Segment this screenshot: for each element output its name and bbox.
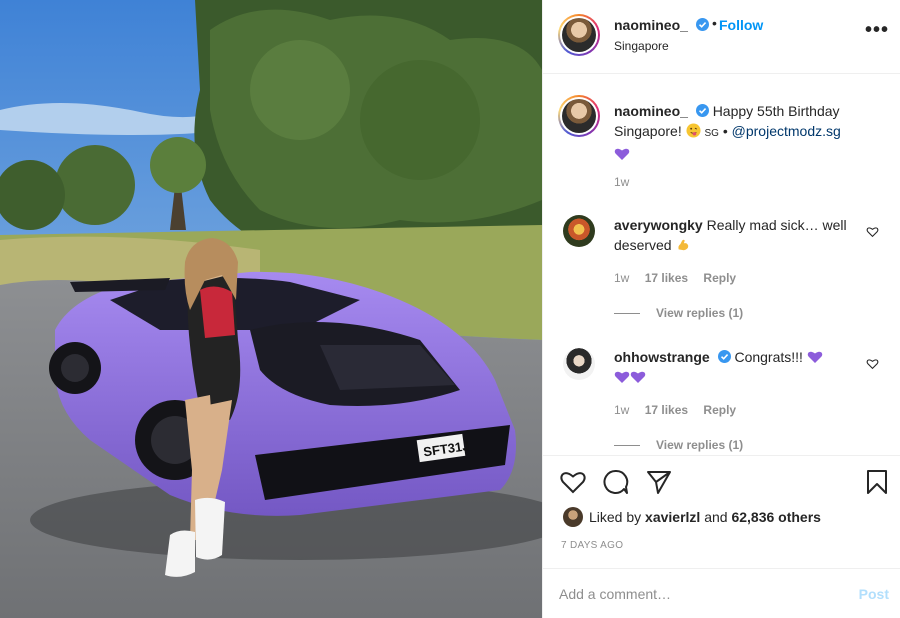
comment-username[interactable]: averywongky bbox=[614, 217, 703, 233]
comment-meta: 1w 17 likes Reply bbox=[614, 403, 748, 417]
purple-heart-icon bbox=[614, 371, 630, 383]
caption-bullet: • bbox=[722, 123, 728, 139]
comments-list[interactable]: naomineo_ Happy 55th Birthday Singapore!… bbox=[543, 75, 900, 455]
divider-line bbox=[614, 313, 640, 315]
reply-button[interactable]: Reply bbox=[703, 271, 736, 285]
comment: ohhowstrange Congrats!!! bbox=[614, 347, 854, 387]
comment: averywongky Really mad sick… well deserv… bbox=[614, 215, 854, 255]
liked-by: Liked by xavierlzl and 62,836 others bbox=[563, 507, 821, 527]
mention-link[interactable]: @projectmodz.sg bbox=[732, 123, 841, 139]
like-comment-heart-icon[interactable] bbox=[866, 357, 879, 370]
flexed-biceps-icon bbox=[678, 239, 689, 251]
purple-heart-icon bbox=[614, 148, 630, 160]
purple-heart-icon bbox=[807, 351, 823, 363]
purple-heart-icon bbox=[630, 371, 646, 383]
comment-text: Congrats!!! bbox=[734, 349, 803, 365]
more-options-icon[interactable]: ••• bbox=[865, 20, 889, 40]
comment-avatar[interactable] bbox=[563, 348, 595, 380]
verified-badge-icon bbox=[717, 350, 731, 363]
share-paper-plane-icon[interactable] bbox=[645, 468, 673, 496]
view-replies-button[interactable]: View replies (1) bbox=[614, 306, 743, 320]
add-comment-input[interactable] bbox=[559, 581, 839, 607]
like-comment-heart-icon[interactable] bbox=[866, 225, 879, 238]
caption-avatar[interactable] bbox=[558, 95, 600, 137]
header-separator: • bbox=[712, 15, 717, 31]
follow-button[interactable]: Follow bbox=[719, 17, 763, 33]
post-side-panel: naomineo_ • Follow Singapore ••• naomine… bbox=[542, 0, 900, 618]
liker-avatar[interactable] bbox=[563, 507, 583, 527]
add-comment-bar: Post bbox=[543, 568, 900, 618]
comment-avatar[interactable] bbox=[563, 215, 595, 247]
comment-meta: 1w 17 likes Reply bbox=[614, 271, 748, 285]
header-username-wrap: naomineo_ bbox=[614, 17, 709, 33]
liker-username[interactable]: xavierlzl bbox=[645, 509, 700, 525]
header-username[interactable]: naomineo_ bbox=[614, 17, 688, 33]
comment-time[interactable]: 1w bbox=[614, 271, 629, 285]
photo-illustration: SFT31J bbox=[0, 0, 542, 618]
liked-by-and: and bbox=[704, 509, 728, 525]
caption-username[interactable]: naomineo_ bbox=[614, 103, 688, 119]
comment-bubble-icon[interactable] bbox=[602, 468, 630, 496]
comment-likes[interactable]: 17 likes bbox=[645, 271, 688, 285]
location-link[interactable]: Singapore bbox=[614, 39, 669, 53]
caption: naomineo_ Happy 55th Birthday Singapore!… bbox=[614, 101, 874, 164]
view-replies-button[interactable]: View replies (1) bbox=[614, 438, 743, 452]
view-replies-label: View replies (1) bbox=[656, 306, 744, 320]
tongue-emoji-icon bbox=[686, 123, 701, 138]
divider-line bbox=[614, 445, 640, 447]
instagram-post: SFT31J naomineo_ • Follow Singapore ••• … bbox=[0, 0, 900, 618]
comment-likes[interactable]: 17 likes bbox=[645, 403, 688, 417]
liked-by-prefix: Liked by bbox=[589, 509, 642, 525]
save-bookmark-icon[interactable] bbox=[863, 468, 891, 496]
post-comment-button[interactable]: Post bbox=[859, 586, 889, 602]
comment-username[interactable]: ohhowstrange bbox=[614, 349, 710, 365]
post-actions: Liked by xavierlzl and 62,836 others 7 D… bbox=[543, 455, 900, 565]
like-heart-icon[interactable] bbox=[559, 468, 587, 496]
view-replies-label: View replies (1) bbox=[656, 438, 744, 452]
verified-badge-icon bbox=[695, 18, 709, 31]
comment-time[interactable]: 1w bbox=[614, 403, 629, 417]
verified-badge-icon bbox=[695, 104, 709, 117]
post-date[interactable]: 7 DAYS AGO bbox=[561, 540, 623, 551]
post-photo[interactable]: SFT31J bbox=[0, 0, 542, 618]
header-avatar[interactable] bbox=[558, 14, 600, 56]
reply-button[interactable]: Reply bbox=[703, 403, 736, 417]
post-header: naomineo_ • Follow Singapore ••• bbox=[543, 0, 900, 74]
caption-time[interactable]: 1w bbox=[614, 175, 629, 189]
sg-flag-text: SG bbox=[704, 128, 719, 139]
likes-count-button[interactable]: 62,836 others bbox=[731, 509, 821, 525]
